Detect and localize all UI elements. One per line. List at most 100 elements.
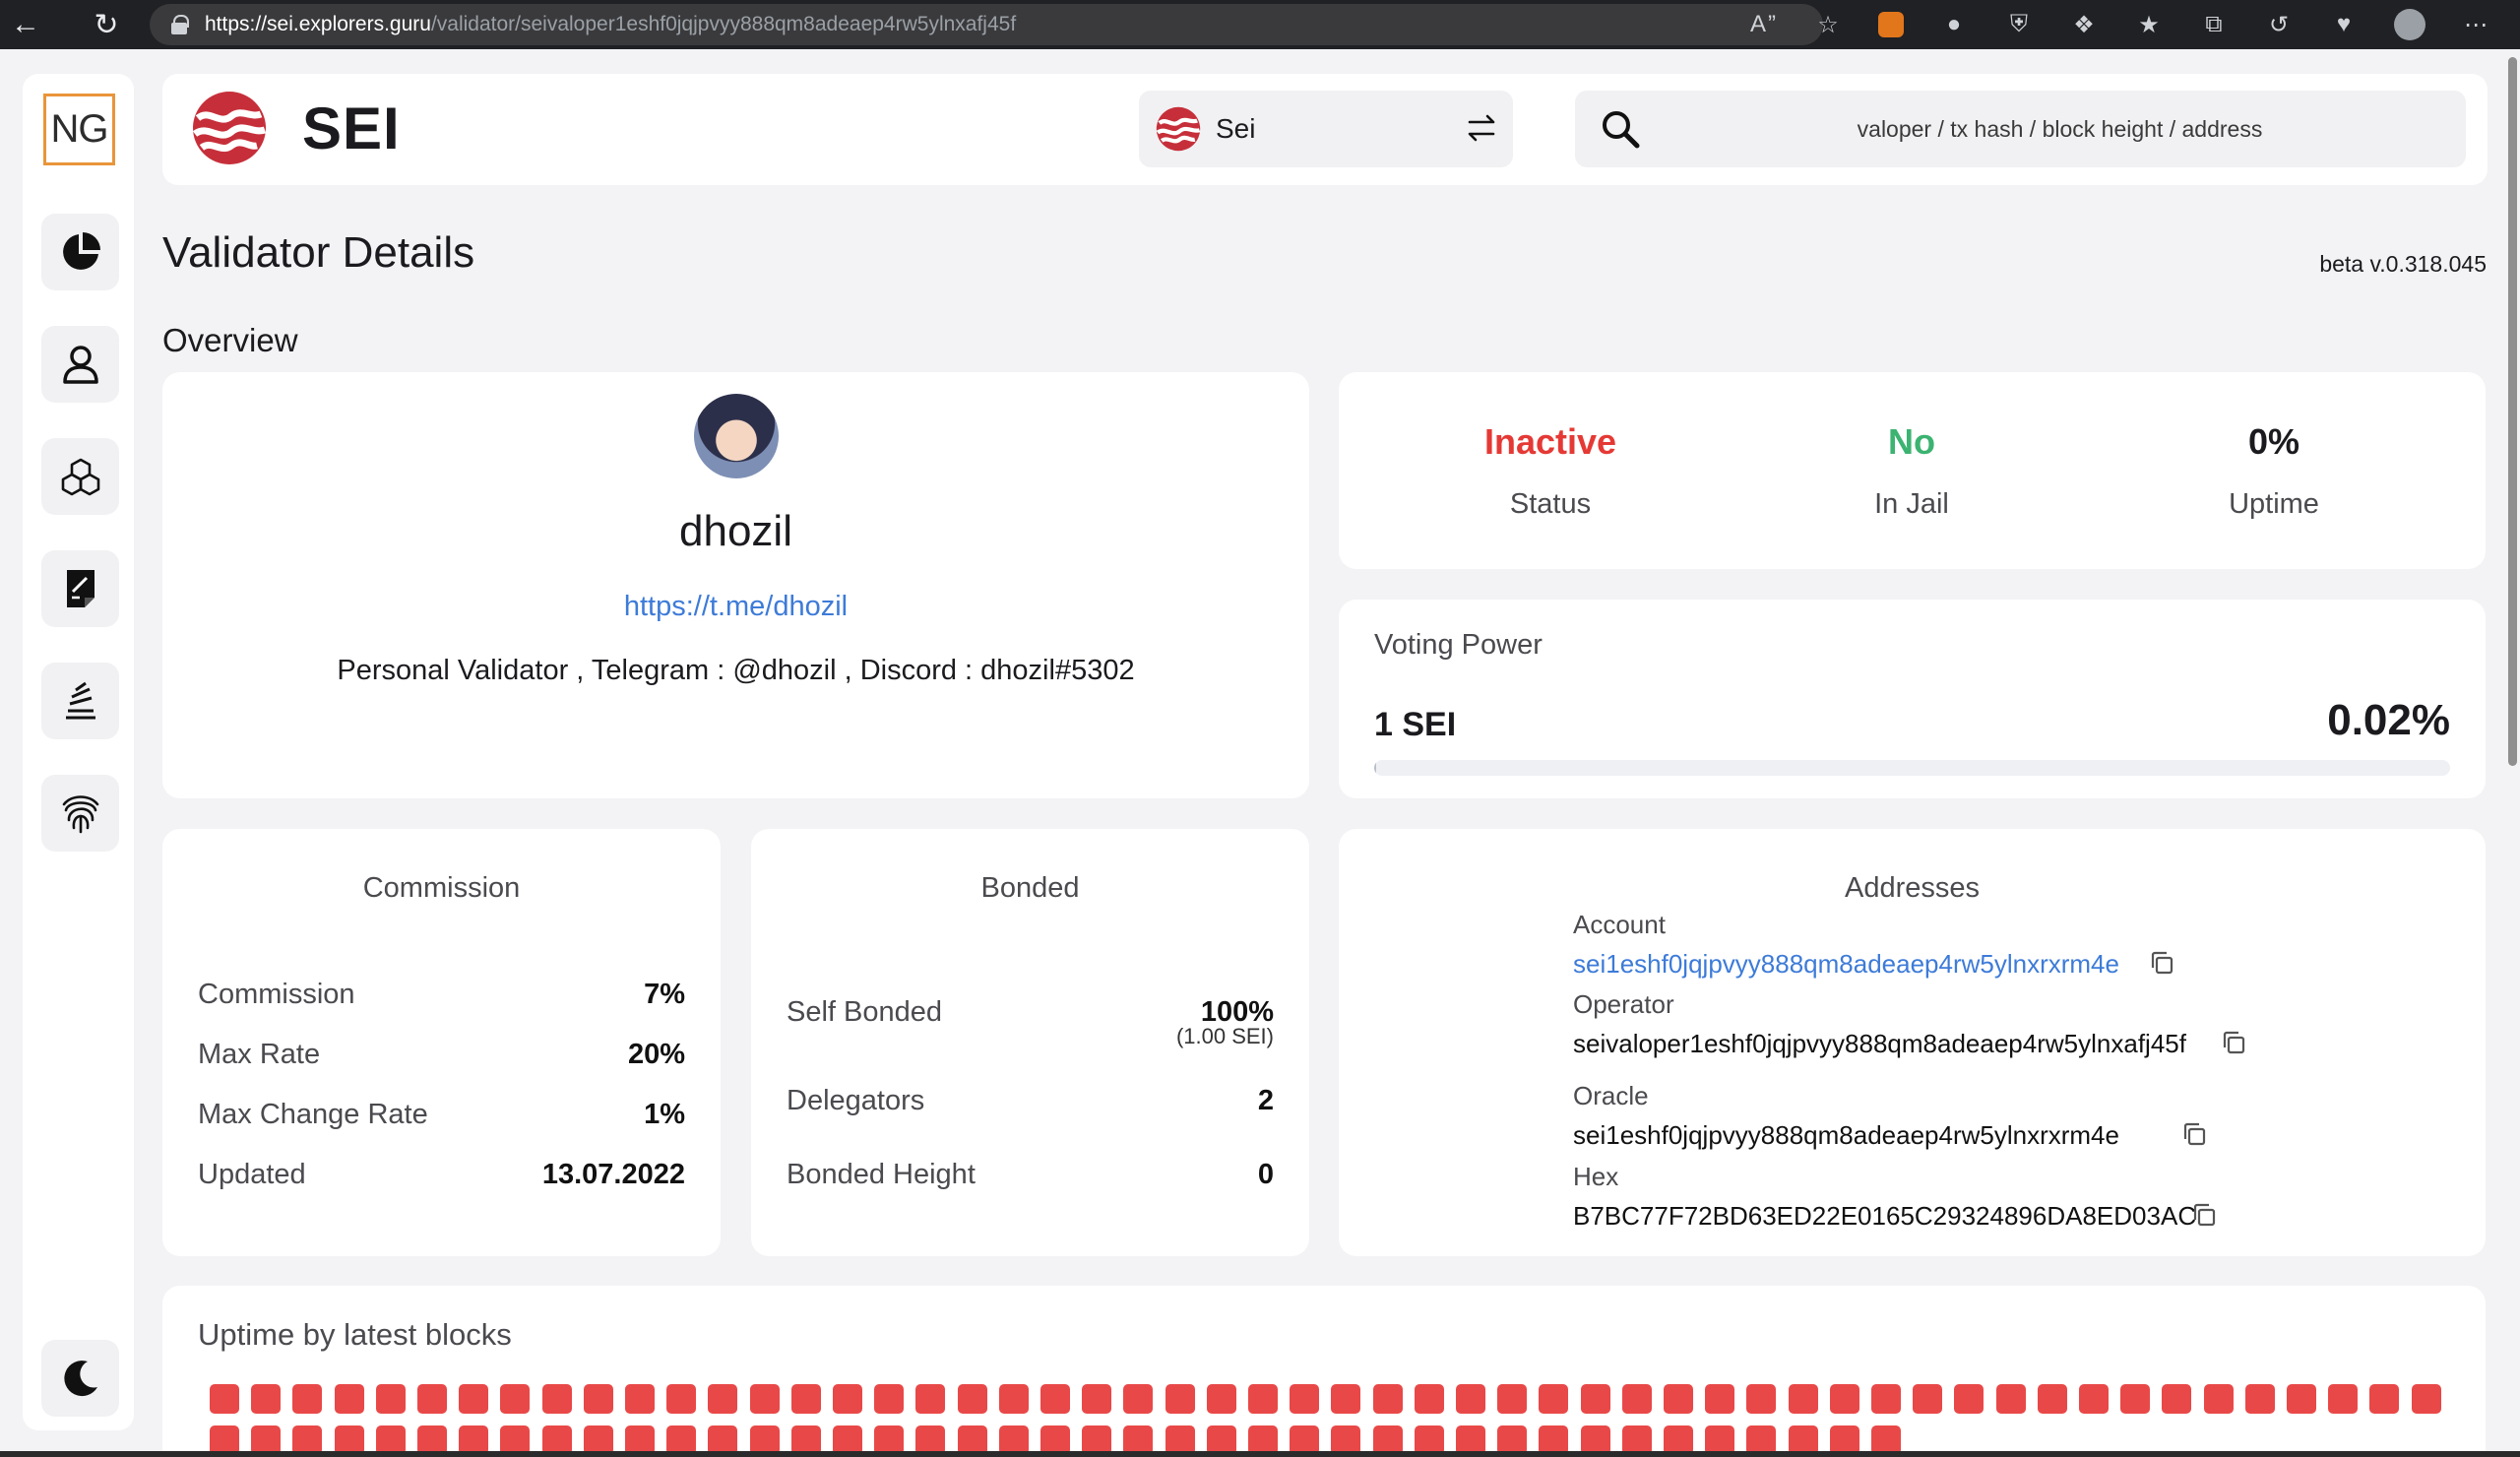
metamask-extension-icon[interactable] <box>1878 12 1904 37</box>
sidebar-item-dashboard[interactable] <box>41 214 119 290</box>
uptime-block[interactable] <box>1414 1384 1444 1414</box>
uptime-block[interactable] <box>1871 1384 1901 1414</box>
puzzle-extensions-icon[interactable]: ❖ <box>2069 10 2099 39</box>
uptime-block[interactable] <box>500 1384 531 1414</box>
uptime-block[interactable] <box>2079 1384 2109 1414</box>
cubes-icon <box>61 458 99 496</box>
uptime-block[interactable] <box>1040 1384 1070 1414</box>
uptime-block[interactable] <box>790 1384 821 1414</box>
back-arrow-icon[interactable]: ← <box>0 0 51 49</box>
uptime-block[interactable] <box>708 1384 738 1414</box>
uptime-block[interactable] <box>625 1384 655 1414</box>
sidebar-item-fingerprint[interactable] <box>41 775 119 852</box>
uptime-block[interactable] <box>666 1384 697 1414</box>
uptime-block[interactable] <box>1248 1384 1278 1414</box>
chain-name: Sei <box>1216 113 1256 144</box>
keplr-extension-icon[interactable]: ● <box>1939 10 1969 39</box>
search-input[interactable] <box>1575 91 2466 167</box>
copy-oracle-icon[interactable] <box>2180 1120 2208 1148</box>
heart-health-icon[interactable]: ♥ <box>2329 10 2359 39</box>
uptime-block[interactable] <box>375 1384 406 1414</box>
uptime-block[interactable] <box>1165 1384 1195 1414</box>
copy-operator-icon[interactable] <box>2220 1029 2247 1056</box>
copy-account-icon[interactable] <box>2148 949 2175 977</box>
sidebar-item-proposals[interactable] <box>41 663 119 739</box>
account-address-link[interactable]: sei1eshf0jqjpvyy888qm8adeaep4rw5ylnxrxrm… <box>1573 949 2119 980</box>
uptime-block[interactable] <box>2411 1384 2441 1414</box>
uptime-block[interactable] <box>292 1384 323 1414</box>
uptime-block[interactable] <box>749 1384 780 1414</box>
uptime-block[interactable] <box>1664 1384 1693 1414</box>
uptime-block[interactable] <box>998 1384 1029 1414</box>
uptime-block[interactable] <box>1290 1384 1320 1414</box>
ng-logo[interactable]: NG <box>43 94 115 165</box>
reload-icon[interactable]: ↻ <box>81 0 132 49</box>
uptime-block[interactable] <box>1497 1384 1528 1414</box>
address-bar[interactable]: https://sei.explorers.guru/validator/sei… <box>150 4 1823 45</box>
hex-address: B7BC77F72BD63ED22E0165C29324896DA8ED03AC <box>1573 1201 2197 1231</box>
updated-value: 13.07.2022 <box>541 1159 685 1190</box>
uptime-block[interactable] <box>2369 1384 2400 1414</box>
uptime-block[interactable] <box>915 1384 946 1414</box>
uptime-block[interactable] <box>1746 1384 1777 1414</box>
copy-hex-icon[interactable] <box>2190 1201 2218 1229</box>
collections-icon[interactable]: ⧉ <box>2199 10 2229 39</box>
uptime-block[interactable] <box>1788 1384 1818 1414</box>
favorites-icon[interactable]: ★ <box>2134 10 2164 39</box>
uptime-block[interactable] <box>2244 1384 2275 1414</box>
self-bonded-row: Self Bonded 100% <box>787 979 1274 1029</box>
uptime-block[interactable] <box>583 1384 613 1414</box>
url-path: /validator/seivaloper1eshf0jqjpvyy888qm8… <box>430 13 1017 35</box>
chain-selector[interactable]: Sei <box>1139 91 1513 167</box>
uptime-block[interactable] <box>459 1384 489 1414</box>
uptime-block[interactable] <box>1913 1384 1943 1414</box>
favorite-add-icon[interactable]: ☆ <box>1813 10 1843 39</box>
uptime-block[interactable] <box>2037 1384 2067 1414</box>
swap-arrows-icon[interactable] <box>1464 110 1499 146</box>
uptime-block[interactable] <box>1580 1384 1610 1414</box>
uptime-block[interactable] <box>1372 1384 1403 1414</box>
sidebar-item-blocks[interactable] <box>41 438 119 515</box>
uptime-block[interactable] <box>2203 1384 2234 1414</box>
document-icon <box>66 570 94 607</box>
uptime-block[interactable] <box>1456 1384 1485 1414</box>
sei-chain-icon <box>1156 106 1201 152</box>
uptime-block[interactable] <box>957 1384 987 1414</box>
uptime-block[interactable] <box>1829 1384 1859 1414</box>
uptime-block[interactable] <box>1123 1384 1154 1414</box>
uptime-block[interactable] <box>2287 1384 2316 1414</box>
sidebar-item-validators[interactable] <box>41 326 119 403</box>
more-options-icon[interactable]: ⋯ <box>2461 10 2490 39</box>
uptime-block[interactable] <box>1995 1384 2026 1414</box>
sidebar-item-transactions[interactable] <box>41 550 119 627</box>
theme-toggle[interactable] <box>41 1340 119 1417</box>
history-icon[interactable]: ↺ <box>2264 10 2294 39</box>
uptime-item: 0% Uptime <box>2126 421 2422 521</box>
uptime-block[interactable] <box>251 1384 282 1414</box>
read-aloud-icon[interactable]: A ” <box>1748 10 1778 39</box>
uptime-block[interactable] <box>1206 1384 1236 1414</box>
brand[interactable]: SEI <box>190 89 401 167</box>
uptime-block[interactable] <box>2328 1384 2359 1414</box>
uptime-block[interactable] <box>1539 1384 1569 1414</box>
validator-website-link[interactable]: https://t.me/dhozil <box>162 591 1309 623</box>
uptime-block[interactable] <box>2162 1384 2192 1414</box>
uptime-block[interactable] <box>1331 1384 1361 1414</box>
uptime-block[interactable] <box>1621 1384 1652 1414</box>
profile-avatar-icon[interactable] <box>2394 9 2426 40</box>
shield-extension-icon[interactable]: ⛨ <box>2004 10 2034 39</box>
uptime-block[interactable] <box>833 1384 862 1414</box>
uptime-block[interactable] <box>1954 1384 1984 1414</box>
uptime-block[interactable] <box>1082 1384 1112 1414</box>
scrollbar-thumb[interactable] <box>2508 57 2517 766</box>
voting-power-amount: 1 SEI <box>1374 706 1457 743</box>
validator-profile-card: dhozil https://t.me/dhozil Personal Vali… <box>162 372 1309 798</box>
uptime-block[interactable] <box>2120 1384 2151 1414</box>
uptime-block[interactable] <box>334 1384 364 1414</box>
uptime-block[interactable] <box>210 1384 239 1414</box>
uptime-block[interactable] <box>1705 1384 1735 1414</box>
uptime-block[interactable] <box>541 1384 572 1414</box>
uptime-block[interactable] <box>417 1384 447 1414</box>
search-icon[interactable] <box>1600 108 1641 150</box>
uptime-block[interactable] <box>874 1384 905 1414</box>
